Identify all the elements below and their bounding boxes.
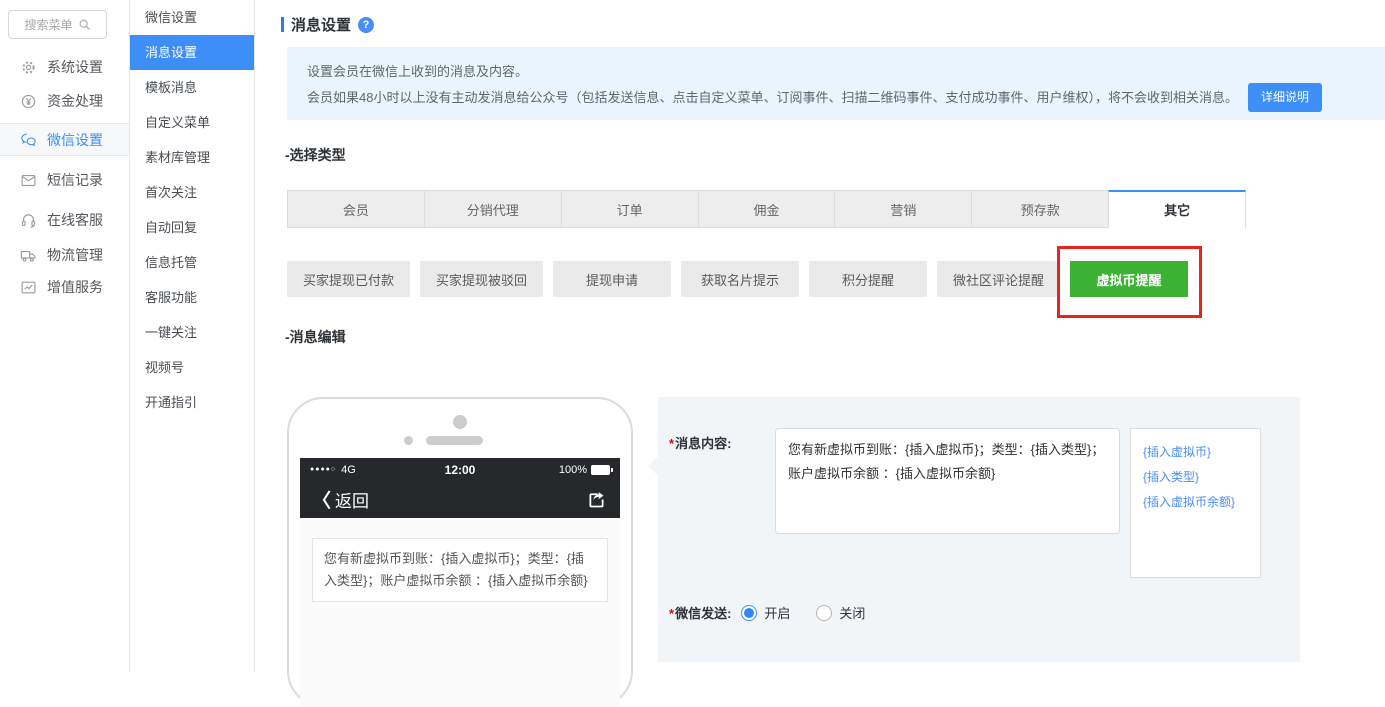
sidebar-item-wechat-settings[interactable]: 微信设置 <box>0 123 129 156</box>
detail-info-button[interactable]: 详细说明 <box>1247 83 1322 112</box>
insert-variables-panel: {插入虚拟币} {插入类型} {插入虚拟币余额} <box>1130 428 1261 578</box>
sidebar-item-label: 物流管理 <box>47 247 103 263</box>
truck-icon <box>20 250 36 262</box>
search-placeholder: 搜索菜单 <box>24 18 73 32</box>
submenu-item-video-account[interactable]: 视频号 <box>130 350 254 385</box>
type-button-get-card-tip[interactable]: 获取名片提示 <box>681 261 800 297</box>
submenu-item-template-messages[interactable]: 模板消息 <box>130 70 254 105</box>
wechat-icon <box>21 133 36 147</box>
submenu-item-activation-guide[interactable]: 开通指引 <box>130 385 254 420</box>
title-accent-bar <box>281 17 284 32</box>
insert-virtual-currency-link[interactable]: {插入虚拟币} <box>1143 440 1248 465</box>
sidebar-item-label: 微信设置 <box>47 131 103 148</box>
type-button-withdraw-rejected[interactable]: 买家提现被驳回 <box>420 261 544 297</box>
battery-icon <box>591 464 613 475</box>
submenu-item-service-functions[interactable]: 客服功能 <box>130 280 254 315</box>
phone-screen: ●●●●○ 4G 12:00 100% 〈 返回 您有新虚拟币到账：{插入虚拟币… <box>300 458 620 707</box>
headset-icon <box>21 213 36 228</box>
envelope-icon <box>21 174 36 186</box>
tab-member[interactable]: 会员 <box>287 190 425 228</box>
submenu-item-custom-menu[interactable]: 自定义菜单 <box>130 105 254 140</box>
page-title: 消息设置 <box>291 17 352 34</box>
tab-distribution-agent[interactable]: 分销代理 <box>423 190 562 228</box>
phone-preview: ●●●●○ 4G 12:00 100% 〈 返回 您有新虚拟币到账：{插入虚拟币… <box>287 397 633 707</box>
message-type-buttons: 买家提现已付款 买家提现被驳回 提现申请 获取名片提示 积分提醒 微社区评论提醒… <box>287 246 1203 318</box>
secondary-sidebar: 微信设置 消息设置 模板消息 自定义菜单 素材库管理 首次关注 自动回复 信息托… <box>130 0 255 672</box>
sidebar-item-label: 在线客服 <box>47 212 103 228</box>
phone-message-preview: 您有新虚拟币到账：{插入虚拟币}；类型：{插入类型}；账户虚拟币余额 ：{插入虚… <box>312 538 608 602</box>
submenu-item-auto-reply[interactable]: 自动回复 <box>130 210 254 245</box>
type-button-virtual-currency[interactable]: 虚拟币提醒 <box>1057 246 1203 318</box>
submenu-item-one-key-follow[interactable]: 一键关注 <box>130 315 254 350</box>
select-type-section-label: -选择类型 <box>285 147 346 163</box>
phone-camera-dot <box>453 415 467 429</box>
radio-off[interactable] <box>816 604 833 621</box>
notice-line2: 会员如果48小时以上没有主动发消息给公众号（包括发送信息、点击自定义菜单、订阅事… <box>307 83 1369 112</box>
radio-on-label[interactable]: 开启 <box>764 603 790 622</box>
message-content-label: *消息内容: <box>669 436 732 451</box>
notice-banner: 设置会员在微信上收到的消息及内容。 会员如果48小时以上没有主动发消息给公众号（… <box>287 47 1385 120</box>
signal-dots-icon: ●●●●○ <box>310 466 337 473</box>
submenu-item-message-settings[interactable]: 消息设置 <box>130 35 254 70</box>
back-label: 返回 <box>335 492 370 511</box>
type-button-points-reminder[interactable]: 积分提醒 <box>809 261 928 297</box>
message-content-textarea[interactable]: 您有新虚拟币到账：{插入虚拟币}；类型：{插入类型}；账户虚拟币余额 ：{插入虚… <box>775 428 1120 534</box>
tab-prepaid[interactable]: 预存款 <box>971 190 1110 228</box>
sidebar-item-label: 系统设置 <box>47 59 103 75</box>
yen-circle-icon <box>21 94 36 108</box>
wechat-send-label: *微信发送: <box>669 606 732 621</box>
radio-on[interactable] <box>741 604 758 621</box>
tab-commission[interactable]: 佣金 <box>697 190 836 228</box>
sidebar-item-value-added[interactable]: 增值服务 <box>0 272 129 302</box>
submenu-item-first-follow[interactable]: 首次关注 <box>130 175 254 210</box>
chart-icon <box>21 281 36 293</box>
insert-type-link[interactable]: {插入类型} <box>1143 465 1248 490</box>
phone-nav-bar: 〈 返回 <box>300 481 620 518</box>
submenu-item-info-hosting[interactable]: 信息托管 <box>130 245 254 280</box>
type-button-withdraw-apply[interactable]: 提现申请 <box>553 261 672 297</box>
radio-off-label[interactable]: 关闭 <box>839 603 865 622</box>
message-edit-panel: *消息内容: 您有新虚拟币到账：{插入虚拟币}；类型：{插入类型}；账户虚拟币余… <box>648 397 1300 662</box>
question-circle-icon[interactable]: ? <box>358 16 375 33</box>
required-mark: * <box>669 436 675 451</box>
type-tabs: 会员 分销代理 订单 佣金 营销 预存款 其它 <box>287 190 1247 228</box>
type-button-community-comment[interactable]: 微社区评论提醒 <box>937 261 1061 297</box>
insert-balance-link[interactable]: {插入虚拟币余额} <box>1143 490 1248 515</box>
sidebar-item-label: 资金处理 <box>47 93 103 109</box>
primary-sidebar: 搜索菜单 系统设置 资金处理 微信设置 短信记录 在线客服 物流管理 增值服务 <box>0 0 130 672</box>
sidebar-item-label: 增值服务 <box>47 279 103 295</box>
sidebar-item-sms-records[interactable]: 短信记录 <box>0 165 129 195</box>
back-button[interactable]: 〈 返回 <box>312 486 369 513</box>
submenu-item-wechat-settings[interactable]: 微信设置 <box>130 0 254 35</box>
phone-sensor-dot <box>403 436 413 445</box>
phone-status-bar: ●●●●○ 4G 12:00 100% <box>300 458 620 481</box>
sidebar-item-funds[interactable]: 资金处理 <box>0 86 129 116</box>
share-icon[interactable] <box>585 489 608 510</box>
phone-speaker-bar <box>425 436 483 445</box>
chevron-left-icon: 〈 <box>312 491 332 512</box>
search-icon <box>79 19 90 30</box>
tab-order[interactable]: 订单 <box>560 190 699 228</box>
panel-arrow-notch <box>648 456 668 476</box>
sidebar-item-logistics[interactable]: 物流管理 <box>0 240 129 270</box>
battery-percent-label: 100% <box>558 463 587 476</box>
wechat-send-field: *微信发送: 开启 关闭 <box>669 603 865 622</box>
notice-line1: 设置会员在微信上收到的消息及内容。 <box>307 64 529 79</box>
gear-icon <box>22 60 35 74</box>
type-button-withdraw-paid[interactable]: 买家提现已付款 <box>287 261 411 297</box>
sidebar-item-online-service[interactable]: 在线客服 <box>0 205 129 235</box>
clock-label: 12:00 <box>444 462 476 477</box>
tab-other[interactable]: 其它 <box>1108 190 1247 228</box>
tab-marketing[interactable]: 营销 <box>834 190 973 228</box>
search-input[interactable]: 搜索菜单 <box>8 10 107 39</box>
submenu-item-media-library[interactable]: 素材库管理 <box>130 140 254 175</box>
main-content: 消息设置 ? 设置会员在微信上收到的消息及内容。 会员如果48小时以上没有主动发… <box>255 0 1385 707</box>
sidebar-item-label: 短信记录 <box>47 172 103 188</box>
sidebar-item-system-settings[interactable]: 系统设置 <box>0 52 129 82</box>
message-edit-section-label: -消息编辑 <box>285 329 346 345</box>
network-label: 4G <box>341 463 356 476</box>
